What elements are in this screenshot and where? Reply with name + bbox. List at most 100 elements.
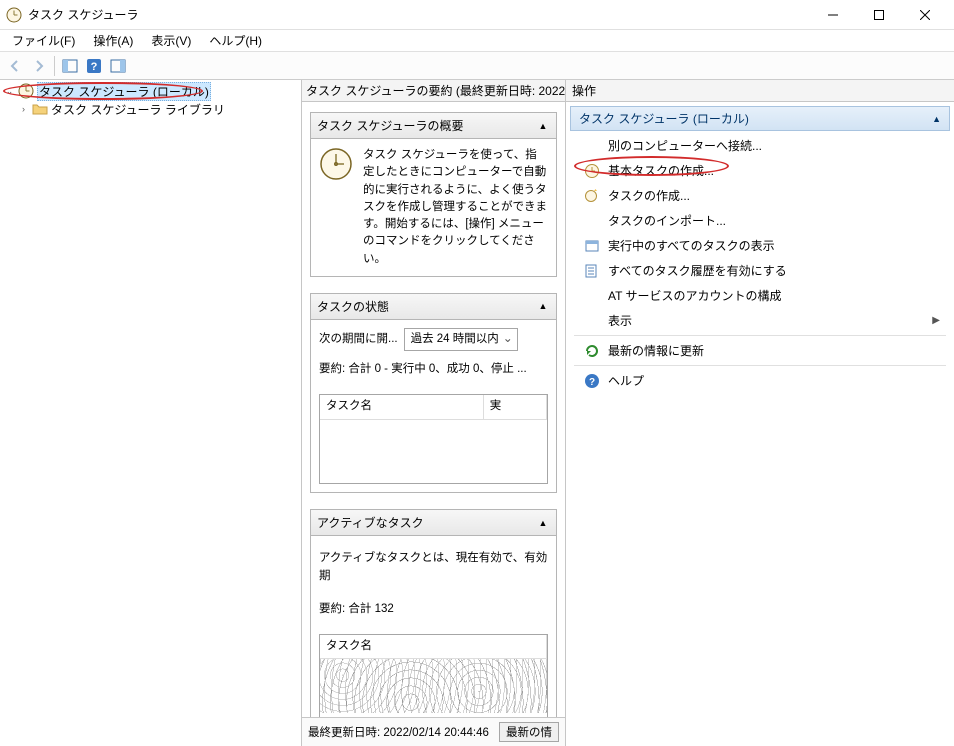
close-button[interactable] xyxy=(902,0,948,30)
overview-panel-header[interactable]: タスク スケジューラの概要 ▲ xyxy=(311,113,556,139)
menu-bar: ファイル(F) 操作(A) 表示(V) ヘルプ(H) xyxy=(0,30,954,52)
toolbar: ? xyxy=(0,52,954,80)
actions-pane: 操作 タスク スケジューラ (ローカル) ▲ 別のコンピューターへ接続... 基… xyxy=(566,80,954,746)
main-area: ⌄ タスク スケジューラ (ローカル) › タスク スケジューラ ライブラリ タ… xyxy=(0,80,954,746)
period-label: 次の期間に開... xyxy=(319,331,398,348)
forward-button xyxy=(28,55,50,77)
status-task-list[interactable]: タスク名 実 xyxy=(319,394,548,484)
action-label: 最新の情報に更新 xyxy=(608,342,704,359)
col-task-name: タスク名 xyxy=(320,395,484,418)
action-import-task[interactable]: タスクのインポート... xyxy=(568,208,952,233)
tree-expander-icon[interactable]: ⌄ xyxy=(4,86,15,97)
action-show-running[interactable]: 実行中のすべてのタスクの表示 xyxy=(568,233,952,258)
refresh-icon xyxy=(584,343,600,359)
menu-action[interactable]: 操作(A) xyxy=(85,30,141,51)
overview-panel: タスク スケジューラの概要 ▲ タスク スケジューラを使って、指定したときにコン… xyxy=(310,112,557,277)
action-label: タスクのインポート... xyxy=(608,212,726,229)
action-label: すべてのタスク履歴を有効にする xyxy=(608,262,787,279)
history-icon xyxy=(584,263,600,279)
collapse-up-icon[interactable]: ▲ xyxy=(536,516,550,530)
action-at-account[interactable]: AT サービスのアカウントの構成 xyxy=(568,283,952,308)
app-clock-icon xyxy=(6,7,22,23)
menu-file[interactable]: ファイル(F) xyxy=(4,30,83,51)
active-summary: 要約: 合計 132 xyxy=(319,595,548,624)
running-tasks-icon xyxy=(584,238,600,254)
actions-group-title: タスク スケジューラ (ローカル) xyxy=(579,110,749,127)
action-label: ヘルプ xyxy=(608,372,644,389)
show-hide-actions-button[interactable] xyxy=(107,55,129,77)
action-label: AT サービスのアカウントの構成 xyxy=(608,287,782,304)
status-list-body xyxy=(320,420,547,428)
active-desc: アクティブなタスクとは、現在有効で、有効期 xyxy=(319,544,548,591)
blank-icon xyxy=(584,138,600,154)
back-button xyxy=(4,55,26,77)
status-title: タスクの状態 xyxy=(317,298,389,315)
blank-icon xyxy=(584,313,600,329)
minimize-button[interactable] xyxy=(810,0,856,30)
blank-icon xyxy=(584,213,600,229)
actions-group-header[interactable]: タスク スケジューラ (ローカル) ▲ xyxy=(570,106,950,131)
action-label: 別のコンピューターへ接続... xyxy=(608,137,762,154)
folder-icon xyxy=(32,101,48,117)
tree-root-node[interactable]: ⌄ タスク スケジューラ (ローカル) xyxy=(0,82,301,100)
svg-text:?: ? xyxy=(589,377,595,388)
submenu-arrow-icon: ▶ xyxy=(932,315,940,326)
overview-text: タスク スケジューラを使って、指定したときにコンピューターで自動的に実行されるよ… xyxy=(363,147,548,268)
tree-pane: ⌄ タスク スケジューラ (ローカル) › タスク スケジューラ ライブラリ xyxy=(0,80,302,746)
period-dropdown[interactable]: 過去 24 時間以内 xyxy=(404,328,518,351)
blank-icon xyxy=(584,288,600,304)
tree-library-node[interactable]: › タスク スケジューラ ライブラリ xyxy=(0,100,301,118)
status-summary: 要約: 合計 0 - 実行中 0、成功 0、停止 ... xyxy=(319,355,548,384)
title-bar: タスク スケジューラ xyxy=(0,0,954,30)
action-separator xyxy=(574,335,946,336)
status-panel: タスクの状態 ▲ 次の期間に開... 過去 24 時間以内 要約: 合計 0 -… xyxy=(310,293,557,494)
maximize-button[interactable] xyxy=(856,0,902,30)
action-create-task[interactable]: タスクの作成... xyxy=(568,183,952,208)
action-help[interactable]: ? ヘルプ xyxy=(568,368,952,393)
menu-help[interactable]: ヘルプ(H) xyxy=(201,30,270,51)
status-panel-header[interactable]: タスクの状態 ▲ xyxy=(311,294,556,320)
help-toolbar-button[interactable]: ? xyxy=(83,55,105,77)
clock-icon xyxy=(18,83,34,99)
active-title: アクティブなタスク xyxy=(317,514,424,531)
col-task-result: 実 xyxy=(484,395,547,418)
active-task-list[interactable]: タスク名 xyxy=(319,634,548,717)
svg-text:?: ? xyxy=(91,61,98,73)
action-connect-computer[interactable]: 別のコンピューターへ接続... xyxy=(568,133,952,158)
active-panel-header[interactable]: アクティブなタスク ▲ xyxy=(311,510,556,536)
clock-new-icon xyxy=(584,188,600,204)
menu-view[interactable]: 表示(V) xyxy=(143,30,199,51)
active-panel: アクティブなタスク ▲ アクティブなタスクとは、現在有効で、有効期 要約: 合計… xyxy=(310,509,557,717)
action-create-basic-task[interactable]: 基本タスクの作成... xyxy=(568,158,952,183)
tree-library-label: タスク スケジューラ ライブラリ xyxy=(51,101,225,118)
summary-footer: 最終更新日時: 2022/02/14 20:44:46 最新の情 xyxy=(302,717,565,746)
action-refresh[interactable]: 最新の情報に更新 xyxy=(568,338,952,363)
action-label: 基本タスクの作成... xyxy=(608,162,714,179)
refresh-button[interactable]: 最新の情 xyxy=(499,722,559,742)
overview-title: タスク スケジューラの概要 xyxy=(317,117,464,134)
toolbar-separator xyxy=(54,56,55,76)
actions-pane-title: 操作 xyxy=(566,80,954,102)
tree-root-label: タスク スケジューラ (ローカル) xyxy=(39,85,209,99)
collapse-up-icon[interactable]: ▲ xyxy=(932,114,941,124)
col-task-name: タスク名 xyxy=(320,635,547,658)
help-icon: ? xyxy=(584,373,600,389)
action-separator xyxy=(574,365,946,366)
action-label: 表示 xyxy=(608,312,632,329)
last-refresh-label: 最終更新日時: 2022/02/14 20:44:46 xyxy=(308,724,489,740)
clock-icon xyxy=(584,163,600,179)
action-label: 実行中のすべてのタスクの表示 xyxy=(608,237,775,254)
summary-header: タスク スケジューラの要約 (最終更新日時: 2022/02/14 xyxy=(302,80,565,102)
action-view-submenu[interactable]: 表示 ▶ xyxy=(568,308,952,333)
collapse-up-icon[interactable]: ▲ xyxy=(536,299,550,313)
window-title: タスク スケジューラ xyxy=(28,6,810,23)
collapse-up-icon[interactable]: ▲ xyxy=(536,119,550,133)
show-hide-tree-button[interactable] xyxy=(59,55,81,77)
active-list-body xyxy=(320,659,547,713)
summary-pane: タスク スケジューラの要約 (最終更新日時: 2022/02/14 タスク スケ… xyxy=(302,80,566,746)
action-enable-history[interactable]: すべてのタスク履歴を有効にする xyxy=(568,258,952,283)
action-label: タスクの作成... xyxy=(608,187,690,204)
tree-expander-icon[interactable]: › xyxy=(18,104,29,115)
clock-large-icon xyxy=(319,147,353,181)
summary-content: タスク スケジューラの概要 ▲ タスク スケジューラを使って、指定したときにコン… xyxy=(302,102,565,717)
